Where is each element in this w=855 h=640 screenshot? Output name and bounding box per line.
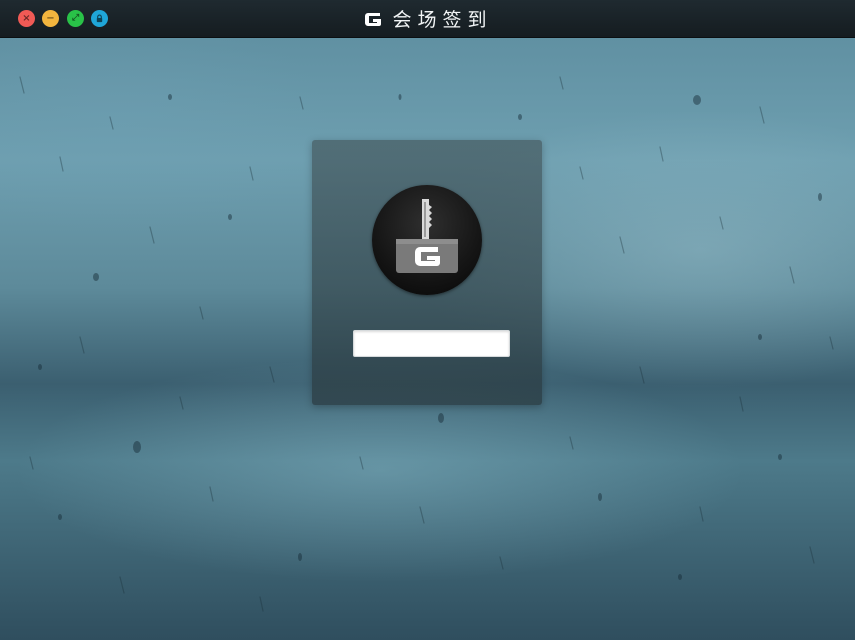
key-icon <box>396 199 458 273</box>
key-logo-avatar <box>372 185 482 295</box>
app-window: × − ⤢ 会场签到 <box>0 0 855 640</box>
window-title-text: 会场签到 <box>392 9 493 31</box>
password-input[interactable] <box>353 330 510 357</box>
title-bar: × − ⤢ 会场签到 <box>0 0 855 38</box>
login-panel <box>312 140 542 405</box>
window-title: 会场签到 <box>0 0 855 37</box>
app-logo-icon <box>365 12 382 26</box>
